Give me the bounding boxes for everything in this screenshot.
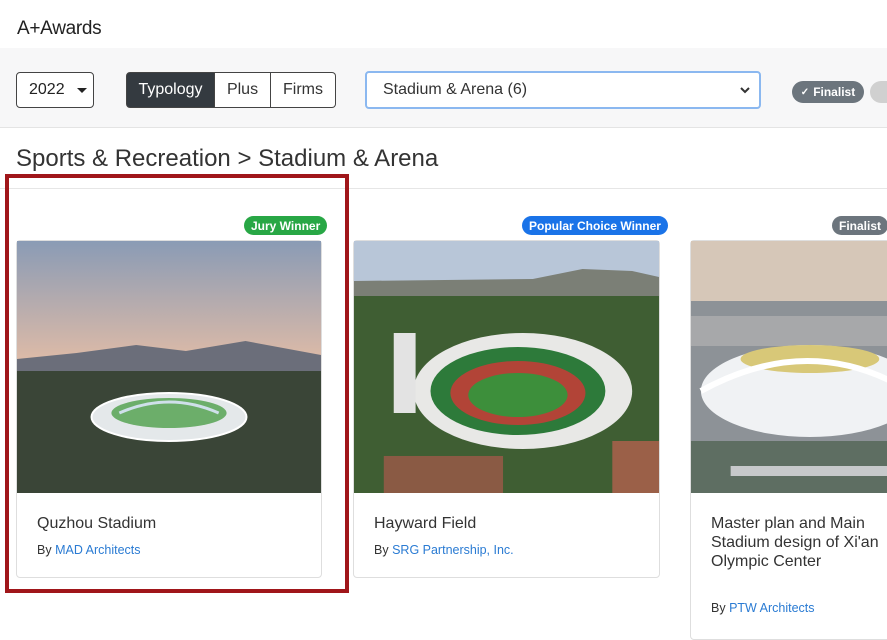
finalist-filter-pill[interactable]: ✓ Finalist	[792, 81, 864, 103]
tab-firms[interactable]: Firms	[271, 72, 336, 108]
project-title[interactable]: Master plan and Main Stadium design of X…	[711, 514, 881, 571]
category-select-value: Stadium & Arena (6)	[383, 81, 528, 98]
firm-link[interactable]: SRG Partnership, Inc.	[392, 543, 514, 557]
tab-plus[interactable]: Plus	[215, 72, 271, 108]
byline-prefix: By	[374, 543, 389, 557]
badge-popular-choice: Popular Choice Winner	[522, 216, 668, 235]
highlight-frame	[5, 174, 349, 593]
view-toggle: Typology Plus Firms	[126, 72, 336, 108]
project-image[interactable]	[354, 241, 659, 493]
project-byline: By PTW Architects	[711, 601, 815, 615]
check-icon: ✓	[800, 86, 810, 98]
byline-prefix: By	[711, 601, 726, 615]
filter-bar: 2022 Typology Plus Firms Stadium & Arena…	[0, 48, 887, 128]
category-select[interactable]: Stadium & Arena (6)	[365, 71, 761, 109]
badge-finalist: Finalist	[832, 216, 887, 235]
project-card[interactable]: Hayward Field By SRG Partnership, Inc.	[353, 240, 660, 578]
year-label: 2022	[29, 81, 65, 98]
filter-pill-partial[interactable]	[870, 81, 887, 103]
site-logo[interactable]: A+Awards	[17, 18, 102, 40]
project-title[interactable]: Hayward Field	[374, 514, 476, 533]
finalist-filter-label: Finalist	[813, 85, 856, 99]
caret-down-icon	[76, 87, 87, 93]
project-byline: By SRG Partnership, Inc.	[374, 543, 514, 557]
chevron-down-icon	[740, 87, 750, 94]
year-dropdown[interactable]: 2022	[16, 72, 94, 108]
project-card[interactable]: Master plan and Main Stadium design of X…	[690, 240, 887, 640]
breadcrumb: Sports & Recreation > Stadium & Arena	[16, 145, 439, 172]
tab-typology[interactable]: Typology	[126, 72, 215, 108]
firm-link[interactable]: PTW Architects	[729, 601, 814, 615]
project-image[interactable]	[691, 241, 887, 493]
site-header: A+Awards	[0, 0, 887, 48]
